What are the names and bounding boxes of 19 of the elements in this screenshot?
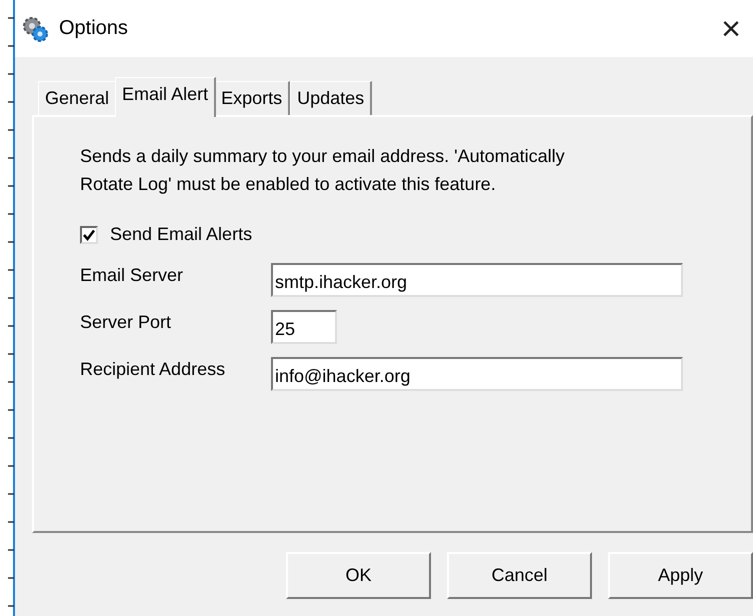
- tab[interactable]: Updates: [290, 81, 372, 115]
- tab[interactable]: General: [38, 81, 118, 115]
- input-field[interactable]: smtp.ihacker.org: [271, 263, 683, 297]
- field-label: Email Server: [80, 264, 184, 286]
- input-field[interactable]: info@ihacker.org: [271, 357, 683, 391]
- description-text: Sends a daily summary to your email address. 'Automatically Rotate Log' must be enabled to activate this feature.: [80, 145, 566, 196]
- checkbox-label: Send Email Alerts: [110, 224, 252, 245]
- dialog-button[interactable]: OK: [286, 552, 431, 599]
- field-label: Server Port: [80, 311, 172, 333]
- close-button[interactable]: ×: [717, 12, 745, 46]
- dialog-button[interactable]: Cancel: [447, 552, 592, 599]
- gears-icon: [21, 14, 49, 42]
- tab[interactable]: Exports: [214, 81, 290, 115]
- field-label: Recipient Address: [80, 358, 226, 380]
- checkbox[interactable]: [80, 226, 98, 244]
- window-title: Options: [59, 17, 129, 40]
- input-field[interactable]: 25: [271, 310, 337, 344]
- tab[interactable]: Email Alert: [115, 77, 216, 117]
- dialog-button[interactable]: Apply: [608, 552, 753, 599]
